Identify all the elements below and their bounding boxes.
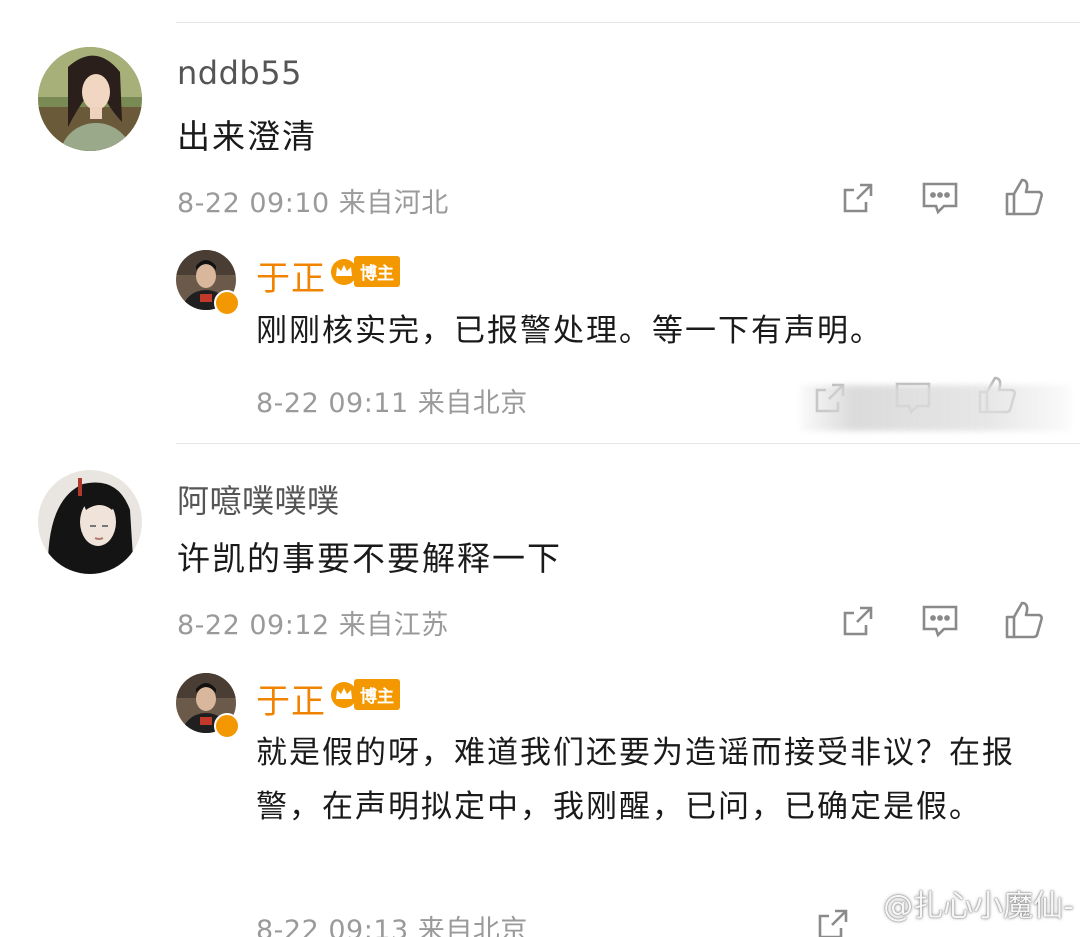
reply-username[interactable]: 于正 [256, 674, 326, 723]
badge-label: 博主 [354, 679, 400, 710]
watermark: @扎心小魔仙- [883, 889, 1074, 924]
comment-username[interactable]: 阿噫噗噗噗 [177, 476, 340, 522]
blogger-badge: 博主 [330, 679, 400, 710]
like-icon[interactable] [1003, 176, 1045, 218]
avatar-user2[interactable] [38, 470, 142, 574]
comment-icon[interactable] [920, 603, 960, 639]
comment-icon[interactable] [920, 180, 960, 216]
reply-meta: 8-22 09:13 来自北京 [256, 915, 528, 937]
share-icon[interactable] [840, 603, 876, 639]
comment-text: 许凯的事要不要解释一下 [177, 539, 562, 578]
reply-text: 刚刚核实完，已报警处理。等一下有声明。 [256, 313, 883, 349]
verified-icon [214, 290, 240, 316]
like-icon[interactable] [1003, 599, 1045, 641]
reply-text: 就是假的呀，难道我们还要为造谣而接受非议？在报警，在声明拟定中，我刚醒，已问，已… [256, 735, 1015, 825]
avatar-nddb55[interactable] [38, 47, 142, 151]
top-divider [176, 22, 1080, 23]
blurred-overlay [800, 385, 1070, 431]
reply-meta: 8-22 09:11 来自北京 [256, 388, 528, 419]
share-icon[interactable] [815, 906, 851, 937]
comment-text: 出来澄清 [177, 117, 317, 156]
comment-thread: nddb55 出来澄清 8-22 09:10 来自河北 于正 博主 刚刚核实完，… [0, 0, 1086, 937]
badge-label: 博主 [354, 256, 400, 287]
comment-username[interactable]: nddb55 [177, 54, 302, 92]
comment-meta: 8-22 09:12 来自江苏 [177, 610, 449, 641]
reply-username[interactable]: 于正 [256, 251, 326, 300]
share-icon[interactable] [840, 180, 876, 216]
blogger-badge: 博主 [330, 256, 400, 287]
verified-icon [214, 713, 240, 739]
comment-divider [176, 443, 1080, 444]
comment-meta: 8-22 09:10 来自河北 [177, 188, 449, 219]
